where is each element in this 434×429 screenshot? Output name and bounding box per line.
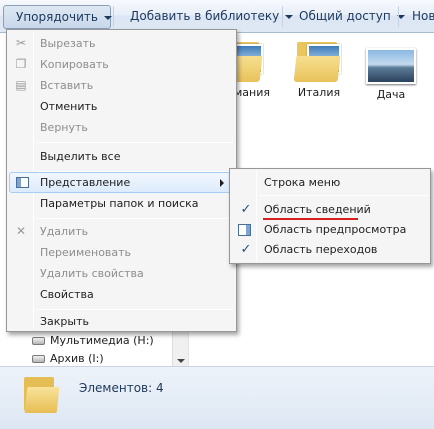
scissors-icon: ✂ [15,36,27,50]
menu-item-label: Закрыть [40,315,89,328]
preview-pane-icon [238,224,251,236]
menu-item-label: Вставить [40,79,94,92]
menu-item-rename[interactable]: Переименовать [9,242,234,263]
menu-item-label: Вырезать [40,37,96,50]
nav-item-label: Архив (I:) [50,352,104,365]
menu-item-label: Удалить [40,225,89,238]
photo-item[interactable]: Дача [356,40,426,101]
submenu-item-navigation-pane[interactable]: ✓ Область переходов [232,240,428,260]
submenu-item-preview-pane[interactable]: Область предпросмотра [232,220,428,240]
menu-separator [37,142,233,143]
menu-item-label: Параметры папок и поиска [40,197,199,210]
submenu-item-label: Область сведений [264,203,371,216]
photo-icon [366,48,416,84]
menu-item-remove-properties[interactable]: Удалить свойства [9,263,234,284]
menu-item-cut[interactable]: ✂ Вырезать [9,33,234,54]
chevron-right-icon [220,179,224,187]
menu-separator [37,218,233,219]
toolbar-separator [398,6,399,27]
menu-item-close[interactable]: Закрыть [9,311,234,332]
chevron-down-icon [103,15,112,20]
copy-icon: ❐ [15,57,27,71]
menu-item-label: Копировать [40,58,109,71]
submenu-item-label: Область переходов [264,243,378,256]
organize-button[interactable]: Упорядочить [3,5,112,29]
menu-item-label: Удалить свойства [40,267,144,280]
layout-icon [16,177,29,188]
organize-menu: ✂ Вырезать ❐ Копировать ▤ Вставить Отменить… [6,29,237,332]
menu-item-copy[interactable]: ❐ Копировать [9,54,234,75]
folder-item[interactable]: Италия [284,40,354,99]
folder-photo-icon [293,40,345,82]
add-to-library-label: Добавить в библиотеку [130,9,280,23]
menu-item-undo[interactable]: Отменить [9,96,234,117]
checkmark-icon: ✓ [240,202,252,217]
submenu-item-menu-bar[interactable]: Строка меню [232,173,428,193]
new-folder-label: Нов [412,9,434,23]
folder-label: Италия [297,86,341,99]
menu-item-select-all[interactable]: Выделить все [9,146,234,167]
drive-icon [32,337,45,345]
menu-item-label: Выделить все [40,150,121,163]
menu-item-properties[interactable]: Свойства [9,284,234,305]
menu-item-label: Отменить [40,100,98,113]
folder-icon [22,377,60,413]
menu-item-redo[interactable]: Вернуть [9,117,234,138]
clipboard-icon: ▤ [15,78,27,92]
menu-item-label: Вернуть [40,121,88,134]
menu-separator [260,195,428,196]
scroll-down-icon[interactable] [177,359,185,363]
menu-item-view[interactable]: Представление [9,172,234,193]
photo-label: Дача [376,88,406,101]
nav-item-label: Мультимедиа (H:) [50,334,154,347]
menu-item-paste[interactable]: ▤ Вставить [9,75,234,96]
menu-item-label: Переименовать [40,246,132,259]
menu-item-folder-options[interactable]: Параметры папок и поиска [9,193,234,214]
submenu-item-details-pane[interactable]: ✓ Область сведений [232,200,428,220]
toolbar-separator [113,6,114,27]
share-button[interactable]: Общий доступ [287,5,405,29]
organize-label: Упорядочить [16,10,98,24]
nav-item-multimedia[interactable]: Мультимедиа (H:) [32,334,154,347]
item-count: Элементов: 4 [79,381,164,395]
submenu-item-label: Строка меню [264,176,341,189]
details-pane: Элементов: 4 [0,366,434,429]
nav-item-archive[interactable]: Архив (I:) [32,352,104,365]
submenu-item-label: Область предпросмотра [264,223,407,236]
menu-separator [37,309,233,310]
menu-item-label: Представление [40,176,131,189]
drive-icon [32,355,45,363]
view-submenu: Строка меню ✓ Область сведений Область пр… [229,168,431,264]
new-folder-button[interactable]: Нов [400,5,434,29]
add-to-library-button[interactable]: Добавить в библиотеку [118,5,294,29]
delete-icon: ✕ [15,224,27,238]
share-label: Общий доступ [299,9,391,23]
menu-item-delete[interactable]: ✕ Удалить [9,221,234,242]
checkmark-icon: ✓ [240,242,252,257]
menu-item-label: Свойства [40,288,94,301]
toolbar-separator [282,6,283,27]
